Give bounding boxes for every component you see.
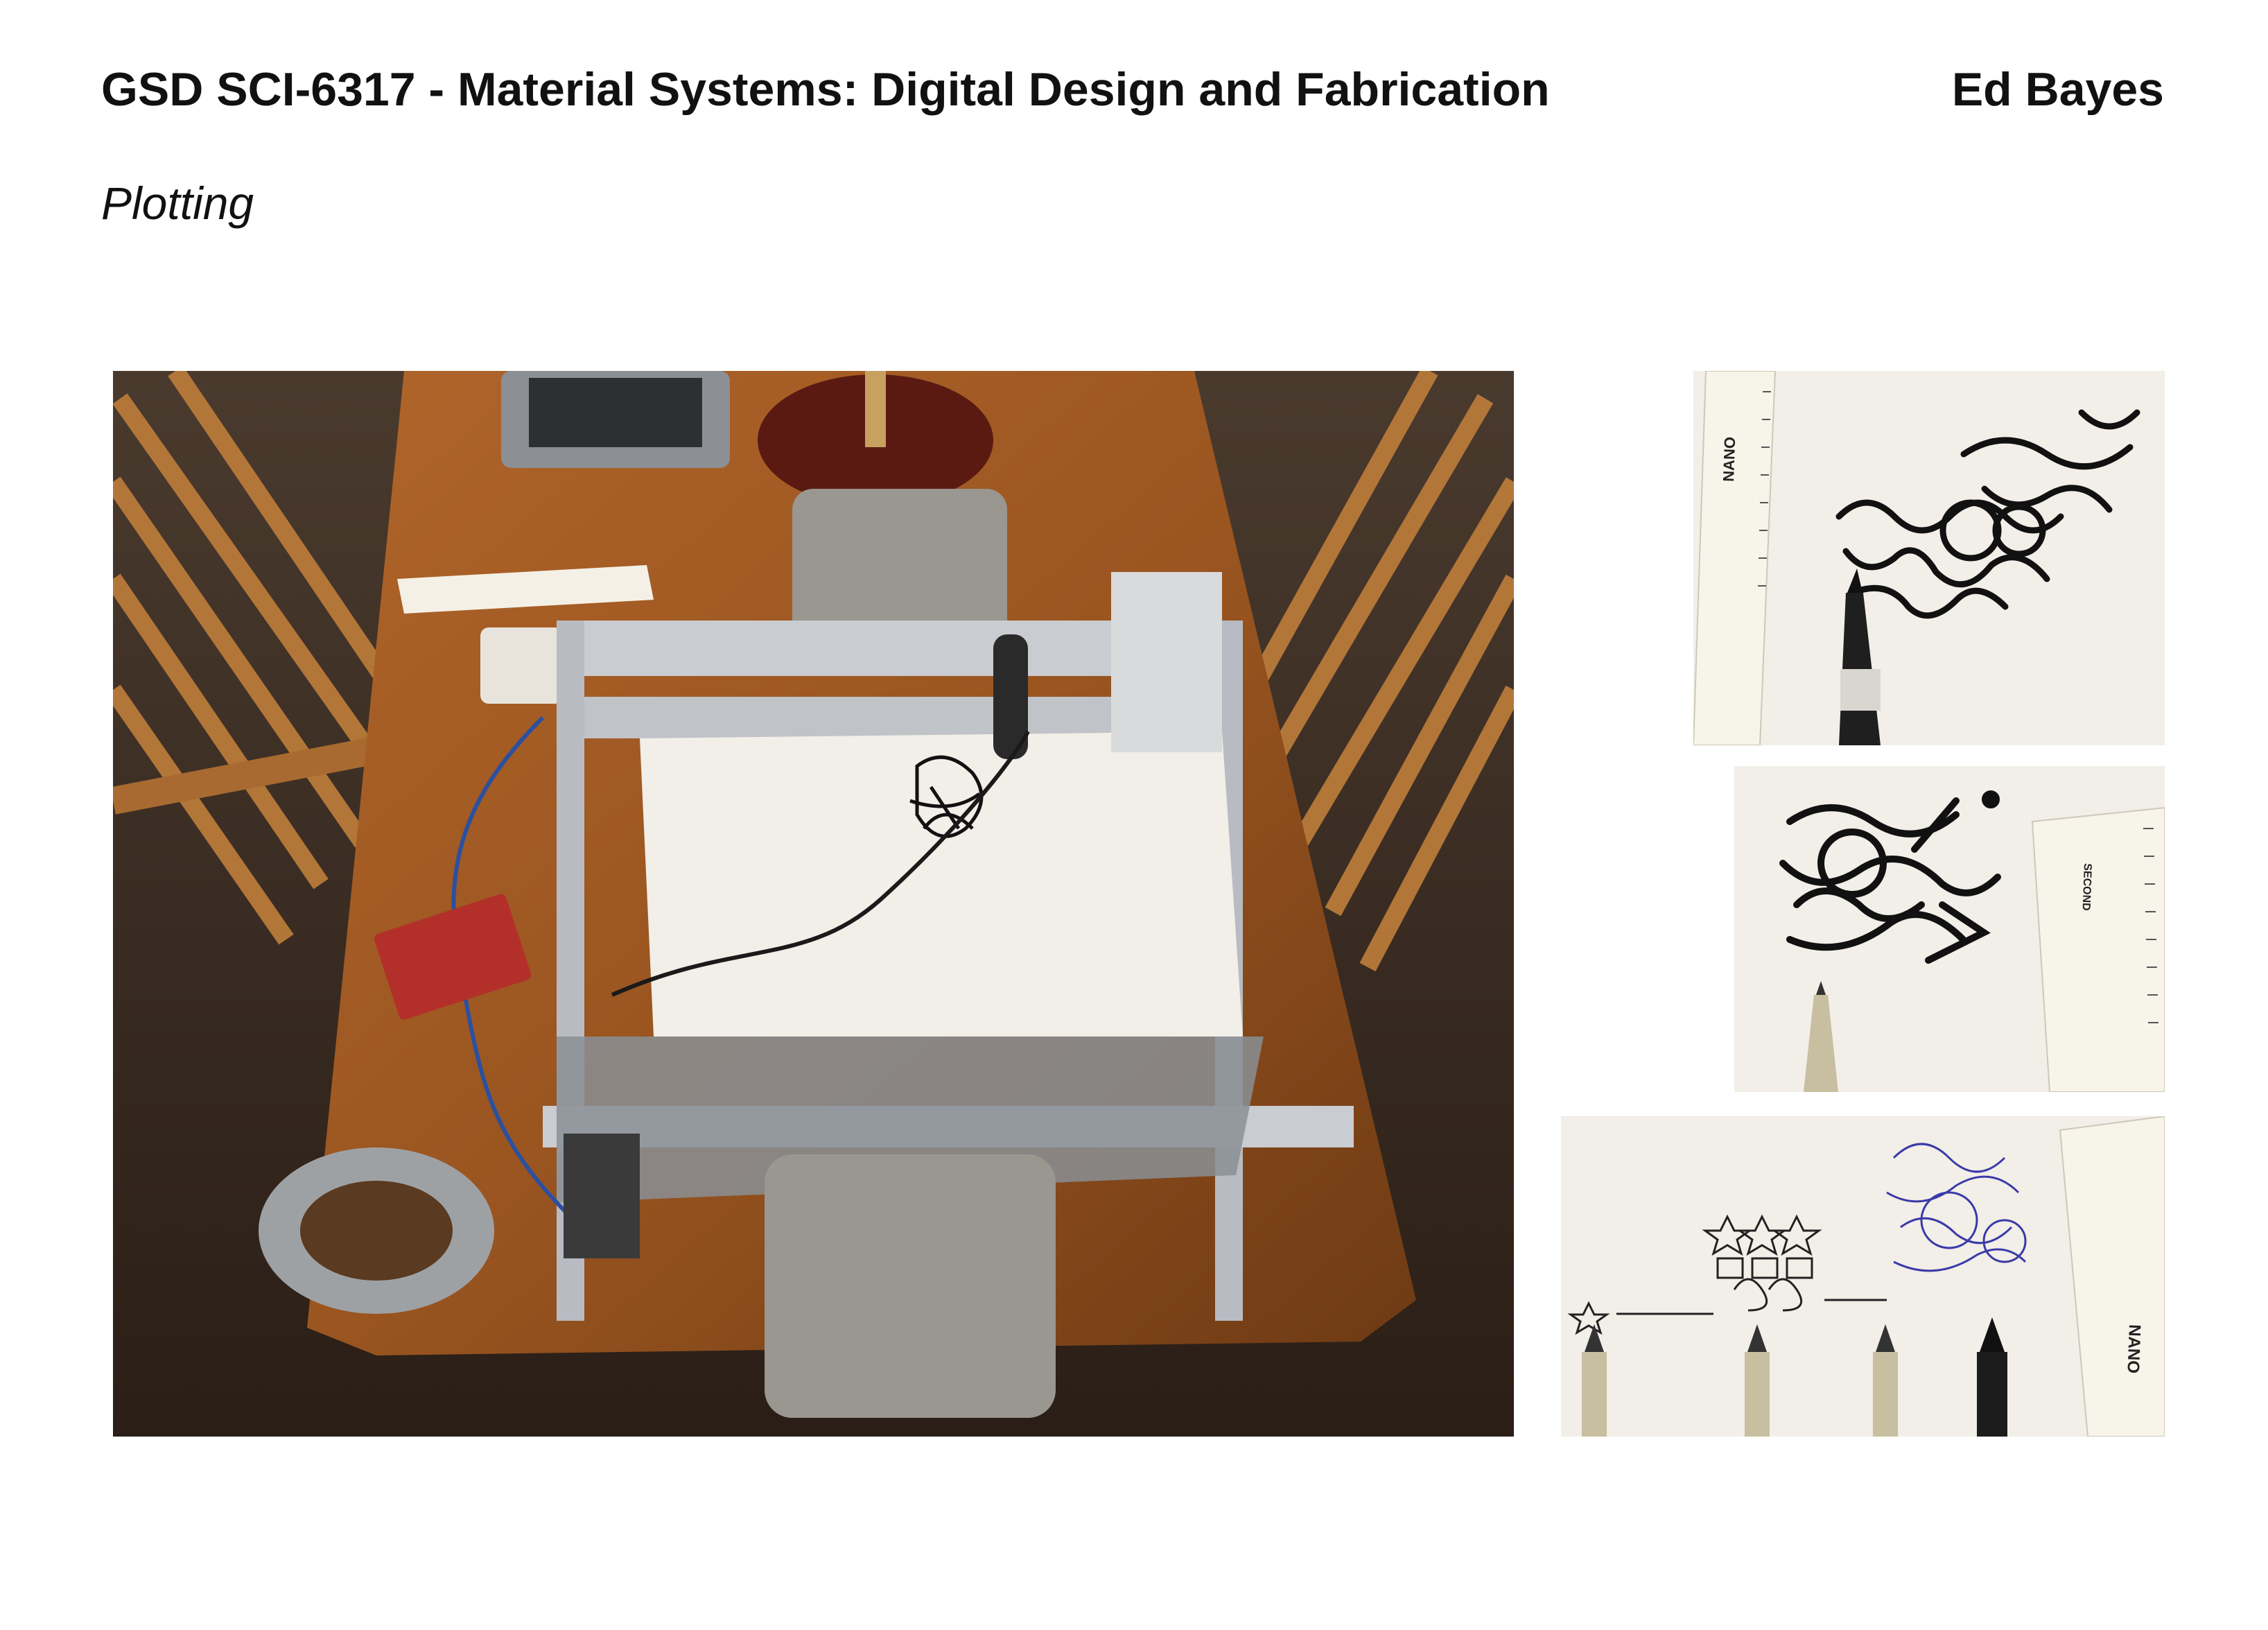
section-title: Plotting — [101, 177, 254, 229]
fineliner-drawing-illustration: SECOND — [1734, 766, 2165, 1092]
fineliner-drawing-photo: SECOND — [1734, 766, 2165, 1092]
plotter-photo — [113, 371, 1514, 1437]
marker-drawing-illustration: NANO — [1693, 371, 2165, 745]
ruler-brand-label-2: NANO — [2124, 1324, 2144, 1374]
author-name: Ed Bayes — [1951, 63, 2164, 116]
course-title: GSD SCI-6317 - Material Systems: Digital… — [101, 63, 1550, 116]
ruler-brand-label: NANO — [1720, 437, 1738, 483]
marker-drawing-photo: NANO — [1693, 371, 2165, 745]
pen-tests-illustration: NANO — [1561, 1116, 2165, 1437]
ruler-second-label: SECOND — [2080, 863, 2093, 911]
pen-tests-photo: NANO — [1561, 1116, 2165, 1437]
plotter-photo-illustration — [113, 371, 1514, 1437]
